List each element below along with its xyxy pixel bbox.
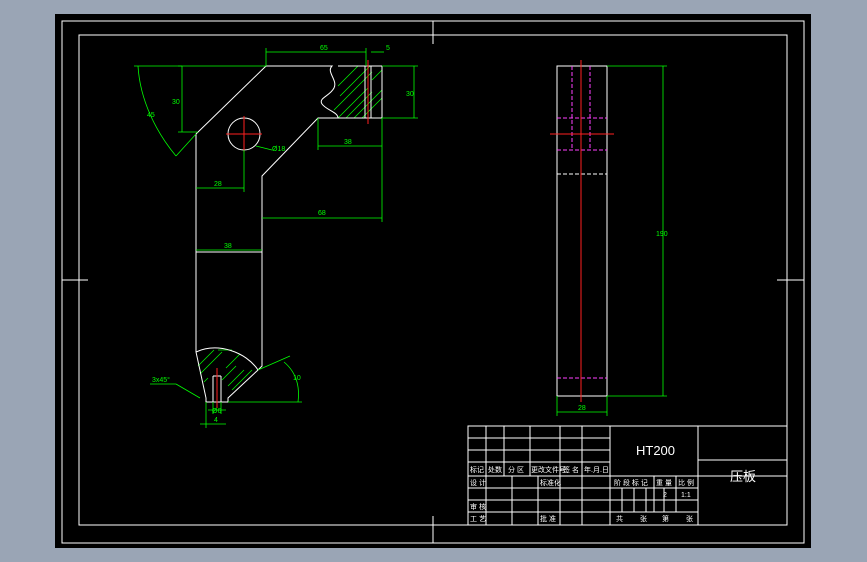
dim-190: 190 (656, 231, 668, 238)
tb-design: 设 计 (470, 478, 486, 487)
tb-process: 工 艺 (470, 515, 486, 523)
tb-stage: 阶 段 标 记 (614, 478, 648, 487)
dim-68: 68 (318, 210, 326, 217)
tb-sheet-2: 第 (662, 514, 669, 523)
tb-row-label-0: 标记 (470, 465, 484, 474)
hatch-top (333, 65, 383, 119)
tb-row-label-1: 处数 (488, 465, 502, 474)
tb-row-label-4: 签 名 (563, 465, 579, 474)
tb-sheet-1: 张 (640, 514, 647, 523)
title-block: HT200 压板 标记 处数 分 区 更改文件号 签 名 年.月.日 设 计 标… (467, 425, 788, 526)
part-outline (195, 65, 339, 403)
cad-drawing: 65 5 30 30 45 Ø18 38 28 68 38 3x45° 10 Ø… (61, 20, 805, 544)
side-view (550, 60, 614, 402)
dim-phi6: Ø6 (212, 408, 221, 415)
tb-scale: 1:1 (681, 492, 691, 499)
tb-sheet-0: 共 (616, 514, 623, 523)
tb-sheet-3: 张 (686, 514, 693, 523)
tb-standardize: 标准化 (540, 478, 561, 487)
tb-row-label-2: 分 区 (508, 465, 524, 474)
material-label: HT200 (636, 443, 675, 458)
tb-approve: 批 准 (540, 514, 556, 523)
dim-38-upper: 38 (344, 139, 352, 146)
dim-phi18: Ø18 (272, 146, 285, 153)
inner-border (78, 34, 788, 526)
dim-45: 45 (147, 112, 155, 119)
dim-chamfer: 3x45° (152, 376, 170, 384)
dim-28-front: 28 (214, 181, 222, 188)
dim-30-left: 30 (172, 99, 180, 106)
drawing-canvas: 65 5 30 30 45 Ø18 38 28 68 38 3x45° 10 Ø… (55, 14, 811, 548)
tb-review: 审 核 (470, 502, 486, 511)
side-view-outline (556, 65, 608, 397)
front-dimensions: 65 5 30 30 45 Ø18 38 28 68 38 3x45° 10 Ø… (134, 45, 418, 428)
tb-row-label-3: 更改文件号 (531, 465, 566, 474)
tb-scale-label: 比 例 (678, 478, 694, 487)
tb-weight: 重 量 (656, 479, 672, 487)
dim-5: 5 (386, 45, 390, 52)
dim-30-right: 30 (406, 91, 414, 98)
tb-row-label-5: 年.月.日 (584, 465, 609, 474)
side-dimensions: 190 28 (556, 65, 668, 416)
dim-4: 4 (214, 417, 218, 424)
dim-10: 10 (293, 375, 301, 382)
dim-28-side: 28 (578, 405, 586, 412)
dim-65: 65 (320, 45, 328, 52)
part-name: 压板 (730, 469, 756, 484)
front-view (195, 60, 383, 408)
dim-38-lower: 38 (224, 243, 232, 250)
tb-quantity: 2 (663, 492, 667, 499)
